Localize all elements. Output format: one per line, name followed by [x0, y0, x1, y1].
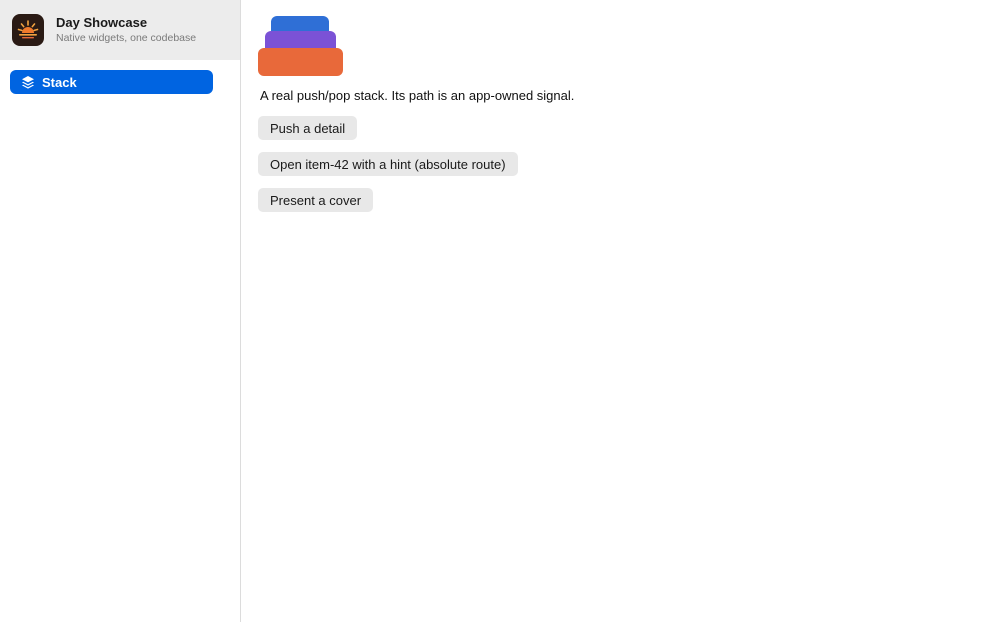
sunrise-icon [12, 14, 44, 46]
app-subtitle: Native widgets, one codebase [56, 32, 197, 44]
sidebar-item-stack[interactable]: Stack [10, 70, 213, 94]
sidebar-header: Day Showcase Native widgets, one codebas… [0, 0, 240, 60]
main-content: A real push/pop stack. Its path is an ap… [241, 0, 1000, 622]
stack-description: A real push/pop stack. Its path is an ap… [260, 88, 575, 103]
present-cover-button[interactable]: Present a cover [258, 188, 374, 212]
stack-layers-icon [20, 74, 36, 90]
stacked-cards-icon [258, 16, 344, 78]
push-detail-button[interactable]: Push a detail [258, 116, 358, 140]
sidebar-nav: Stack [0, 60, 240, 94]
sidebar-item-label: Stack [42, 74, 77, 90]
app-title: Day Showcase [56, 15, 148, 30]
sidebar: Day Showcase Native widgets, one codebas… [0, 0, 241, 622]
open-item-button[interactable]: Open item-42 with a hint (absolute route… [258, 152, 518, 176]
